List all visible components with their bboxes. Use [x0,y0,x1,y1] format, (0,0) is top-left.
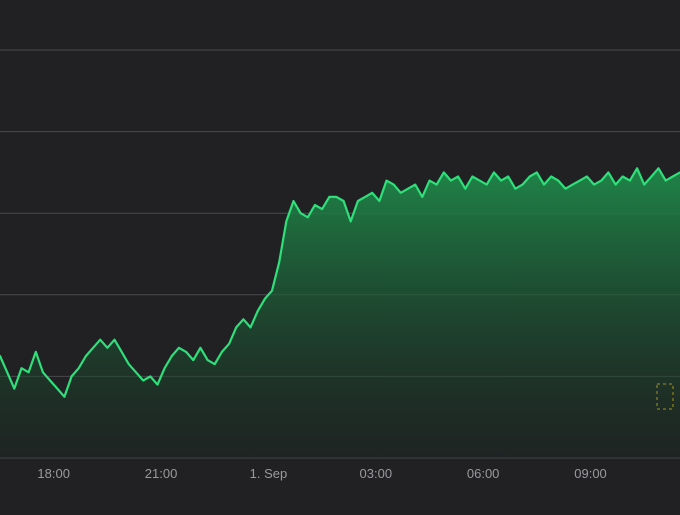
x-tick-label: 03:00 [360,466,393,481]
x-tick-label: 18:00 [37,466,70,481]
x-tick-label: 1. Sep [250,466,288,481]
x-tick-label: 06:00 [467,466,500,481]
x-tick-label: 21:00 [145,466,178,481]
chart-svg: 18:00 21:00 1. Sep 03:00 06:00 09:00 [0,0,680,510]
x-tick-label: 09:00 [574,466,607,481]
price-area-chart: 18:00 21:00 1. Sep 03:00 06:00 09:00 [0,0,680,510]
